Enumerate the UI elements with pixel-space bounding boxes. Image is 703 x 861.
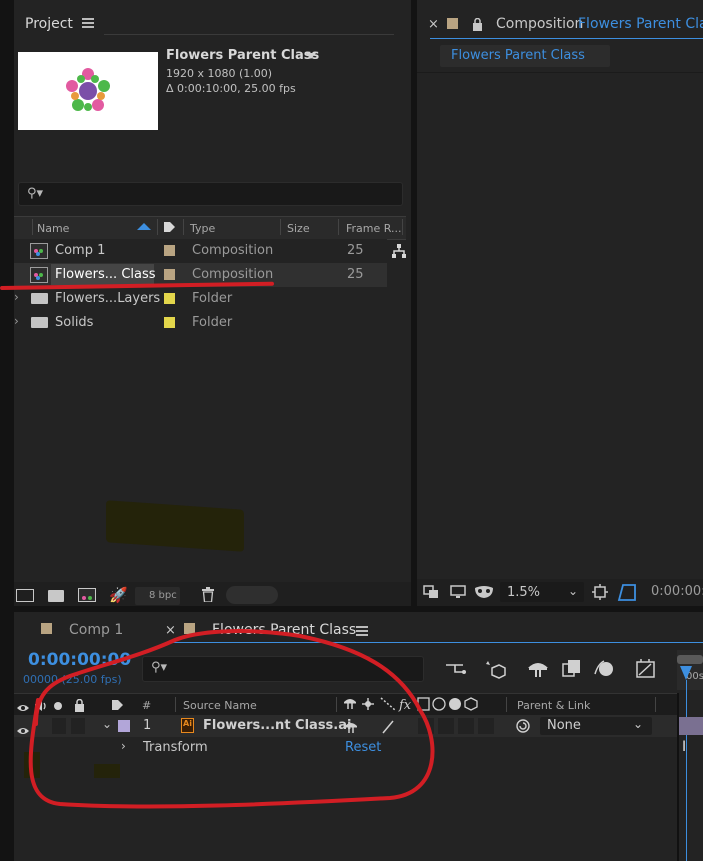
folder-icon xyxy=(31,293,48,304)
close-icon[interactable]: × xyxy=(428,17,439,32)
layer-switch-box[interactable] xyxy=(478,718,494,734)
column-divider xyxy=(338,219,339,235)
project-item-frame-rate: 25 xyxy=(347,243,364,258)
motion-blur-icon[interactable] xyxy=(592,656,618,682)
column-divider xyxy=(32,219,33,235)
label-swatch[interactable] xyxy=(164,245,175,256)
flowchart-icon[interactable] xyxy=(391,243,407,259)
chevron-right-icon[interactable]: › xyxy=(14,314,19,328)
column-name[interactable]: Name xyxy=(37,222,69,235)
playhead-marker[interactable] xyxy=(680,666,692,680)
viewer-divider xyxy=(417,72,703,73)
zoom-value: 1.5% xyxy=(507,585,541,600)
chevron-down-icon[interactable] xyxy=(306,53,316,59)
project-item-name: Flowers... Class xyxy=(55,267,156,282)
composition-tab[interactable]: Flowers Parent Class xyxy=(440,45,610,67)
project-item-frame-rate: 25 xyxy=(347,267,364,282)
label-swatch[interactable] xyxy=(164,269,175,280)
monitor-icon[interactable] xyxy=(450,584,466,598)
comp-info-name[interactable]: Flowers Parent Class xyxy=(166,48,319,63)
playhead-line xyxy=(686,680,687,861)
comp-thumbnail xyxy=(18,52,158,130)
viewer-timecode[interactable]: 0:00:00: xyxy=(651,584,703,599)
shy-layers-icon[interactable] xyxy=(525,656,551,682)
comp-info-resolution: 1920 x 1080 (1.00) xyxy=(166,67,273,80)
region-of-interest-icon[interactable] xyxy=(592,584,608,600)
lock-icon[interactable] xyxy=(472,16,483,31)
project-search-input[interactable]: ⚲▾ xyxy=(18,182,403,206)
tab-underline xyxy=(430,38,703,39)
search-icon[interactable]: ⚲▾ xyxy=(27,186,43,201)
layer-duration-bar[interactable] xyxy=(678,717,703,735)
project-item-comp-1[interactable]: Comp 1 Composition 25 xyxy=(14,239,387,263)
column-divider xyxy=(506,697,507,712)
composition-panel xyxy=(417,0,703,606)
project-item-flowers-layers[interactable]: › Flowers...Layers Folder xyxy=(14,287,387,311)
column-parent-link[interactable]: Parent & Link xyxy=(517,699,590,712)
project-panel-title[interactable]: Project xyxy=(25,16,73,32)
chevron-right-icon[interactable]: › xyxy=(14,290,19,304)
parent-select[interactable]: None ⌄ xyxy=(540,717,652,735)
panel-divider xyxy=(104,34,394,35)
flower-thumbnail-image xyxy=(66,68,110,111)
column-size[interactable]: Size xyxy=(287,222,310,235)
project-item-name: Comp 1 xyxy=(55,243,106,258)
column-divider xyxy=(280,219,281,235)
column-divider xyxy=(157,219,158,235)
chevron-down-icon: ⌄ xyxy=(633,717,644,731)
comp-info-duration: Δ 0:00:10:00, 25.00 fps xyxy=(166,82,296,95)
composition-tab-label: Flowers Parent Class xyxy=(451,48,585,63)
column-divider xyxy=(402,219,403,235)
project-item-type: Folder xyxy=(192,315,233,330)
column-type[interactable]: Type xyxy=(190,222,215,235)
project-item-name: Flowers...Layers xyxy=(55,291,161,306)
label-tag-icon[interactable] xyxy=(163,219,176,232)
project-item-type: Composition xyxy=(192,243,274,258)
panel-menu-icon[interactable] xyxy=(82,18,94,28)
graph-editor-icon[interactable] xyxy=(633,656,659,682)
label-swatch[interactable] xyxy=(164,293,175,304)
sort-ascending-icon[interactable] xyxy=(137,223,151,230)
chevron-down-icon: ⌄ xyxy=(568,584,579,598)
folder-icon xyxy=(31,317,48,328)
project-item-name: Solids xyxy=(55,315,94,330)
composition-icon xyxy=(30,243,48,259)
layer-switch-box[interactable] xyxy=(458,718,474,734)
composition-panel-comp[interactable]: Flowers Parent Class xyxy=(578,16,703,32)
draft-3d-icon[interactable] xyxy=(482,656,508,682)
comp-label-swatch xyxy=(447,18,458,29)
mask-icon[interactable] xyxy=(474,584,494,598)
snapshot-icon[interactable] xyxy=(423,584,439,598)
timeline-pane-divider[interactable] xyxy=(677,693,679,861)
annotation-circle xyxy=(28,629,435,809)
parent-value: None xyxy=(547,718,581,733)
ibeam-cursor-icon: I xyxy=(682,739,687,755)
column-divider xyxy=(655,697,656,712)
project-item-type: Folder xyxy=(192,291,233,306)
project-item-type: Composition xyxy=(192,267,274,282)
project-item-solids[interactable]: › Solids Folder xyxy=(14,311,387,335)
zoom-select[interactable]: 1.5% ⌄ xyxy=(500,582,584,602)
pick-whip-icon[interactable] xyxy=(515,718,531,734)
column-frame-rate[interactable]: Frame R... xyxy=(346,222,402,235)
transparency-grid-icon[interactable] xyxy=(617,582,637,602)
composition-icon xyxy=(30,267,48,283)
column-divider xyxy=(183,219,184,235)
composition-panel-label[interactable]: Composition xyxy=(496,16,583,32)
frame-blending-icon[interactable] xyxy=(559,656,585,682)
work-area-bar[interactable] xyxy=(677,655,703,664)
label-swatch[interactable] xyxy=(164,317,175,328)
